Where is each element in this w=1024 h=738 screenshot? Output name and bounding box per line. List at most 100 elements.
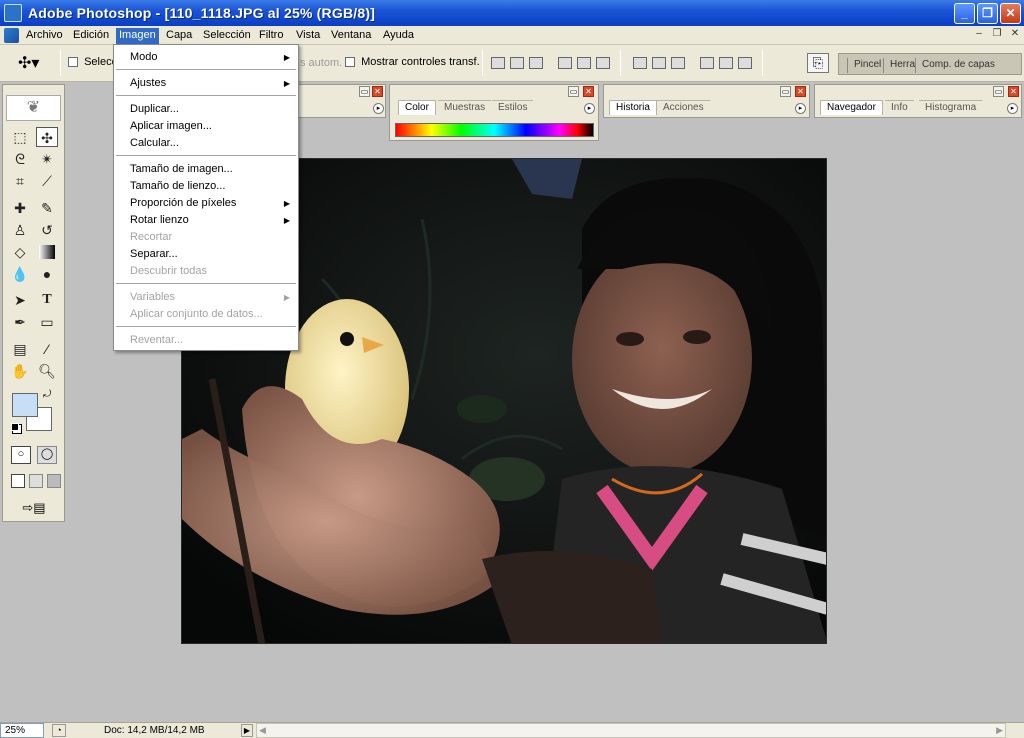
menuitem-separar[interactable]: Separar... bbox=[130, 246, 178, 262]
close-button[interactable]: ✕ bbox=[1000, 3, 1021, 24]
menu-seleccion[interactable]: Selección bbox=[200, 28, 254, 44]
status-menu-arrow-icon[interactable]: ▶ bbox=[241, 724, 253, 737]
foreground-color-swatch[interactable] bbox=[12, 393, 38, 417]
align-vcenter-icon[interactable] bbox=[510, 57, 524, 69]
color-palette-close-button[interactable]: ✕ bbox=[583, 86, 594, 97]
align-left-icon[interactable] bbox=[558, 57, 572, 69]
maximize-button[interactable]: ❐ bbox=[977, 3, 998, 24]
photoshop-menu-icon[interactable] bbox=[4, 28, 19, 43]
align-hcenter-icon[interactable] bbox=[577, 57, 591, 69]
doc-minimize-button[interactable]: – bbox=[972, 28, 986, 41]
color-palette-minimize-button[interactable]: ▭ bbox=[568, 86, 579, 97]
align-bottom-icon[interactable] bbox=[529, 57, 543, 69]
navigator-palette-minimize-button[interactable]: ▭ bbox=[993, 86, 1004, 97]
menuitem-calcular[interactable]: Calcular... bbox=[130, 135, 179, 151]
minimize-button[interactable]: _ bbox=[954, 3, 975, 24]
tab-navegador[interactable]: Navegador bbox=[820, 100, 883, 115]
menuitem-aplicar-imagen[interactable]: Aplicar imagen... bbox=[130, 118, 212, 134]
move-tool-preset-icon[interactable]: ✣▾ bbox=[18, 53, 39, 73]
distribute-bottom-icon[interactable] bbox=[671, 57, 685, 69]
history-palette-menu-icon[interactable]: ▸ bbox=[795, 103, 806, 114]
crop-tool-icon[interactable]: ⌗ bbox=[9, 171, 31, 191]
align-top-icon[interactable] bbox=[491, 57, 505, 69]
hand-tool-icon[interactable]: ✋ bbox=[9, 361, 31, 381]
tab-histograma[interactable]: Histograma bbox=[919, 100, 983, 115]
align-right-icon[interactable] bbox=[596, 57, 610, 69]
menuitem-modo[interactable]: Modo bbox=[130, 49, 158, 65]
eyedropper-tool-icon[interactable]: ⁄ bbox=[36, 339, 58, 359]
dodge-tool-icon[interactable]: ● bbox=[36, 264, 58, 284]
history-palette-minimize-button[interactable]: ▭ bbox=[780, 86, 791, 97]
default-colors-icon[interactable] bbox=[11, 423, 19, 431]
menu-filtro[interactable]: Filtro bbox=[256, 28, 286, 44]
horizontal-scrollbar[interactable]: ◀ ▶ bbox=[256, 723, 1006, 738]
marquee-tool-icon[interactable]: ⬚ bbox=[9, 127, 31, 147]
distribute-right-icon[interactable] bbox=[738, 57, 752, 69]
photoshop-app-icon[interactable] bbox=[4, 4, 22, 22]
brush-tool-icon[interactable]: ✎ bbox=[36, 198, 58, 218]
path-selection-tool-icon[interactable]: ➤ bbox=[9, 290, 31, 310]
notes-tool-icon[interactable]: ▤ bbox=[9, 339, 31, 359]
slice-tool-icon[interactable]: ⟋ bbox=[36, 171, 58, 191]
history-brush-tool-icon[interactable]: ↺ bbox=[36, 220, 58, 240]
swap-colors-icon[interactable]: ⤾ bbox=[43, 389, 51, 400]
clone-stamp-tool-icon[interactable]: ♙ bbox=[9, 220, 31, 240]
quick-mask-mode-icon[interactable]: ◯ bbox=[37, 446, 57, 464]
magic-wand-tool-icon[interactable]: ✴ bbox=[36, 149, 58, 169]
doc-close-button[interactable]: ✕ bbox=[1008, 28, 1022, 41]
status-info-icon[interactable]: ◔ bbox=[52, 724, 66, 737]
tab-info[interactable]: Info bbox=[885, 100, 914, 115]
menuitem-tamano-imagen[interactable]: Tamaño de imagen... bbox=[130, 161, 233, 177]
color-spectrum-bar[interactable] bbox=[395, 123, 594, 137]
menu-edicion[interactable]: Edición bbox=[70, 28, 112, 44]
menuitem-ajustes[interactable]: Ajustes bbox=[130, 75, 166, 91]
tab-acciones[interactable]: Acciones bbox=[657, 100, 710, 115]
palette-close-button[interactable]: ✕ bbox=[372, 86, 383, 97]
menuitem-duplicar[interactable]: Duplicar... bbox=[130, 101, 179, 117]
file-browser-icon[interactable]: ⎘ bbox=[807, 53, 829, 73]
menu-imagen[interactable]: Imagen bbox=[116, 28, 159, 44]
well-tab-comp-capas[interactable]: Comp. de capas bbox=[915, 58, 1001, 73]
tab-muestras[interactable]: Muestras bbox=[438, 100, 492, 115]
screen-mode-full-icon[interactable] bbox=[47, 474, 61, 488]
eraser-tool-icon[interactable]: ◇ bbox=[9, 242, 31, 262]
jump-to-imageready-icon[interactable]: ⇨▤ bbox=[11, 499, 57, 517]
color-palette-menu-icon[interactable]: ▸ bbox=[584, 103, 595, 114]
tab-historia[interactable]: Historia bbox=[609, 100, 657, 115]
doc-restore-button[interactable]: ❐ bbox=[990, 28, 1004, 41]
screen-mode-standard-icon[interactable] bbox=[11, 474, 25, 488]
move-tool-icon[interactable]: ✣ bbox=[36, 127, 58, 147]
blur-tool-icon[interactable]: 💧 bbox=[9, 264, 31, 284]
screen-mode-menubar-icon[interactable] bbox=[29, 474, 43, 488]
well-tab-pincel[interactable]: Pincel bbox=[847, 58, 887, 73]
distribute-vcenter-icon[interactable] bbox=[652, 57, 666, 69]
history-palette-close-button[interactable]: ✕ bbox=[795, 86, 806, 97]
navigator-palette-close-button[interactable]: ✕ bbox=[1008, 86, 1019, 97]
menuitem-tamano-lienzo[interactable]: Tamaño de lienzo... bbox=[130, 178, 225, 194]
menu-vista[interactable]: Vista bbox=[293, 28, 323, 44]
show-transform-checkbox[interactable] bbox=[345, 57, 355, 68]
zoom-tool-icon[interactable]: 🔍︎ bbox=[36, 361, 58, 381]
menuitem-rotar-lienzo[interactable]: Rotar lienzo bbox=[130, 212, 189, 228]
tab-estilos[interactable]: Estilos bbox=[492, 100, 534, 115]
distribute-top-icon[interactable] bbox=[633, 57, 647, 69]
distribute-hcenter-icon[interactable] bbox=[719, 57, 733, 69]
type-tool-icon[interactable]: T bbox=[36, 290, 58, 310]
menuitem-proporcion-pixeles[interactable]: Proporción de píxeles bbox=[130, 195, 236, 211]
menu-ayuda[interactable]: Ayuda bbox=[380, 28, 417, 44]
zoom-level-field[interactable]: 25% bbox=[0, 723, 44, 738]
auto-select-checkbox[interactable] bbox=[68, 57, 78, 68]
scroll-right-arrow-icon[interactable]: ▶ bbox=[996, 725, 1003, 736]
tab-color[interactable]: Color bbox=[398, 100, 436, 115]
shape-tool-icon[interactable]: ▭ bbox=[36, 312, 58, 332]
palette-menu-icon[interactable]: ▸ bbox=[373, 103, 384, 114]
scroll-left-arrow-icon[interactable]: ◀ bbox=[259, 725, 266, 736]
standard-mode-icon[interactable]: ○ bbox=[11, 446, 31, 464]
navigator-palette-menu-icon[interactable]: ▸ bbox=[1007, 103, 1018, 114]
lasso-tool-icon[interactable]: ᘓ bbox=[9, 149, 31, 169]
menu-archivo[interactable]: Archivo bbox=[23, 28, 66, 44]
palette-minimize-button[interactable]: ▭ bbox=[359, 86, 370, 97]
menu-ventana[interactable]: Ventana bbox=[328, 28, 374, 44]
gradient-tool-icon[interactable] bbox=[39, 245, 55, 259]
adobe-online-feather-icon[interactable]: ❦ bbox=[6, 95, 61, 121]
